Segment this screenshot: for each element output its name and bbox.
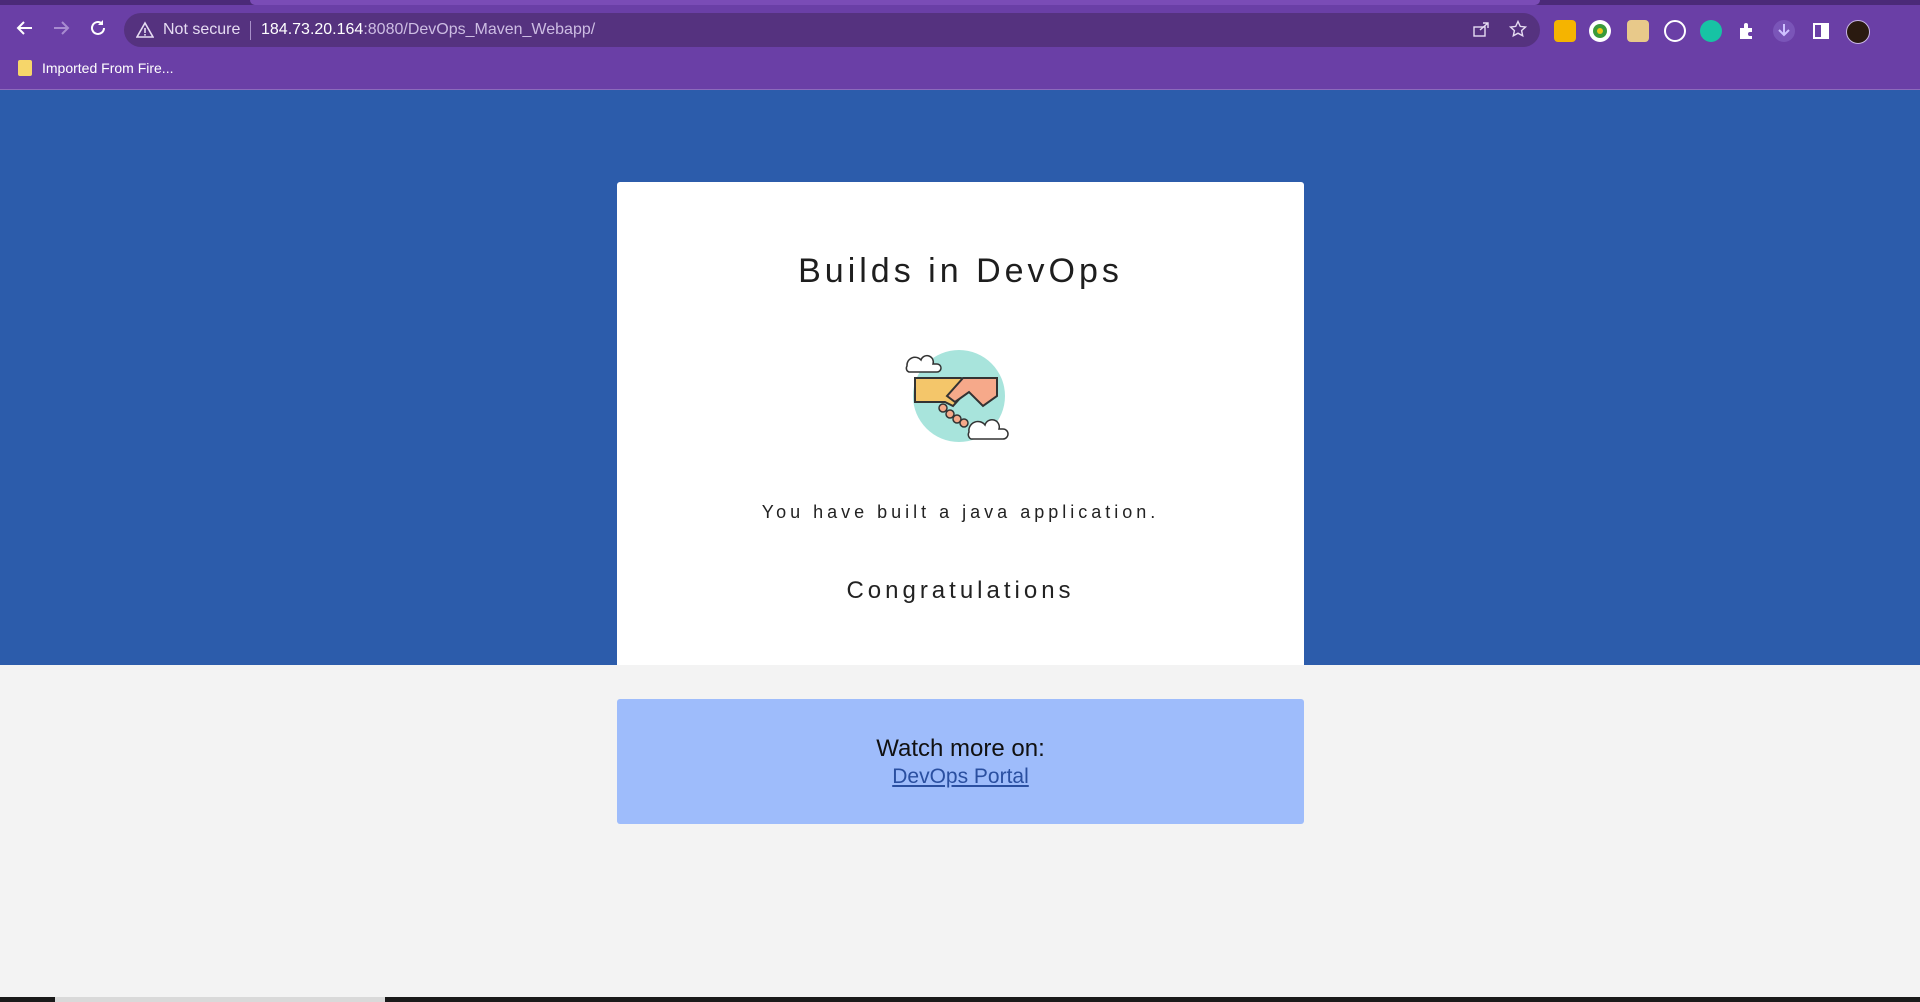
browser-toolbar: Not secure 184.73.20.164:8080/DevOps_Mav… <box>0 5 1920 51</box>
taskbar-item[interactable] <box>55 997 385 1002</box>
block-extension-icon[interactable] <box>1664 20 1686 42</box>
page-title: Builds in DevOps <box>798 252 1123 290</box>
bookmark-label: Imported From Fire... <box>42 60 174 76</box>
forward-arrow-icon[interactable] <box>46 13 76 43</box>
globe-extension-icon[interactable] <box>1589 20 1611 42</box>
divider <box>250 21 251 40</box>
web-page: Builds in DevOps You have built a java a… <box>0 90 1920 1002</box>
folder-icon <box>18 60 32 76</box>
star-icon[interactable] <box>1507 19 1529 42</box>
warning-triangle-icon <box>136 21 154 38</box>
keep-extension-icon[interactable] <box>1554 20 1576 42</box>
devops-portal-link[interactable]: DevOps Portal <box>892 765 1029 788</box>
puzzle-icon[interactable] <box>1736 20 1758 42</box>
promo-link-wrap: DevOps Portal <box>617 765 1304 789</box>
side-panel-icon[interactable] <box>1810 20 1832 42</box>
reload-icon[interactable] <box>83 13 113 43</box>
taskbar-edge <box>0 997 1920 1002</box>
avatar[interactable] <box>1846 20 1870 44</box>
security-label[interactable]: Not secure <box>163 21 240 39</box>
bookmarks-bar: Imported From Fire... <box>0 51 1920 90</box>
share-icon[interactable] <box>1470 20 1492 42</box>
wallet-extension-icon[interactable] <box>1627 20 1649 42</box>
download-icon[interactable] <box>1773 20 1795 42</box>
promo-box: Watch more on: DevOps Portal <box>617 699 1304 824</box>
bookmark-folder[interactable]: Imported From Fire... <box>18 60 173 76</box>
url-text[interactable]: 184.73.20.164:8080/DevOps_Maven_Webapp/ <box>261 21 595 39</box>
grammarly-icon[interactable] <box>1700 20 1722 42</box>
build-message: You have built a java application. <box>761 502 1160 522</box>
welcome-card: Builds in DevOps You have built a java a… <box>617 182 1304 665</box>
congrats-heading: Congratulations <box>846 577 1075 604</box>
promo-label: Watch more on: <box>876 735 1045 762</box>
url-host: 184.73.20.164 <box>261 21 364 38</box>
address-bar[interactable]: Not secure 184.73.20.164:8080/DevOps_Mav… <box>124 13 1540 47</box>
url-path: :8080/DevOps_Maven_Webapp/ <box>363 21 596 38</box>
back-arrow-icon[interactable] <box>10 13 40 43</box>
handshake-icon <box>905 350 1009 442</box>
